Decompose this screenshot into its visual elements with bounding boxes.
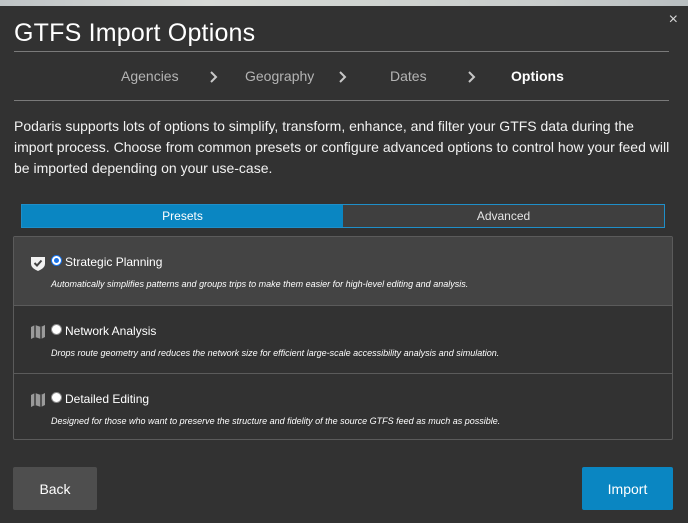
tab-advanced[interactable]: Advanced (343, 205, 664, 227)
preset-strategic-planning[interactable]: Strategic Planning Automatically simplif… (14, 237, 672, 305)
preset-description: Drops route geometry and reduces the net… (51, 348, 500, 358)
chevron-right-icon (210, 71, 218, 83)
step-geography[interactable]: Geography (245, 68, 314, 84)
import-button[interactable]: Import (582, 467, 673, 510)
map-icon (31, 325, 45, 339)
map-icon (31, 393, 45, 407)
step-agencies[interactable]: Agencies (121, 68, 179, 84)
title-divider (14, 51, 669, 52)
preset-title: Strategic Planning (65, 255, 163, 269)
back-button[interactable]: Back (13, 467, 97, 510)
close-icon[interactable]: × (669, 12, 678, 28)
tab-presets[interactable]: Presets (22, 205, 343, 227)
options-tabs: Presets Advanced (21, 204, 665, 228)
preset-title: Detailed Editing (65, 392, 150, 406)
preset-radio[interactable] (51, 392, 62, 403)
chevron-right-icon (339, 71, 347, 83)
preset-radio[interactable] (51, 324, 62, 335)
step-options[interactable]: Options (511, 68, 564, 84)
gtfs-import-dialog: × GTFS Import Options Agencies Geography… (0, 6, 688, 523)
step-dates[interactable]: Dates (390, 68, 427, 84)
preset-network-analysis[interactable]: Network Analysis Drops route geometry an… (14, 305, 672, 373)
shield-check-icon (31, 257, 45, 271)
dialog-title: GTFS Import Options (14, 19, 256, 47)
preset-detailed-editing[interactable]: Detailed Editing Designed for those who … (14, 373, 672, 441)
preset-title: Network Analysis (65, 324, 157, 338)
preset-description: Automatically simplifies patterns and gr… (51, 279, 469, 289)
preset-radio[interactable] (51, 255, 62, 266)
steps-divider (14, 100, 669, 101)
preset-list: Strategic Planning Automatically simplif… (13, 236, 673, 440)
options-description: Podaris supports lots of options to simp… (14, 118, 670, 176)
chevron-right-icon (468, 71, 476, 83)
wizard-steps: Agencies Geography Dates Options (0, 68, 688, 88)
preset-description: Designed for those who want to preserve … (51, 416, 501, 426)
